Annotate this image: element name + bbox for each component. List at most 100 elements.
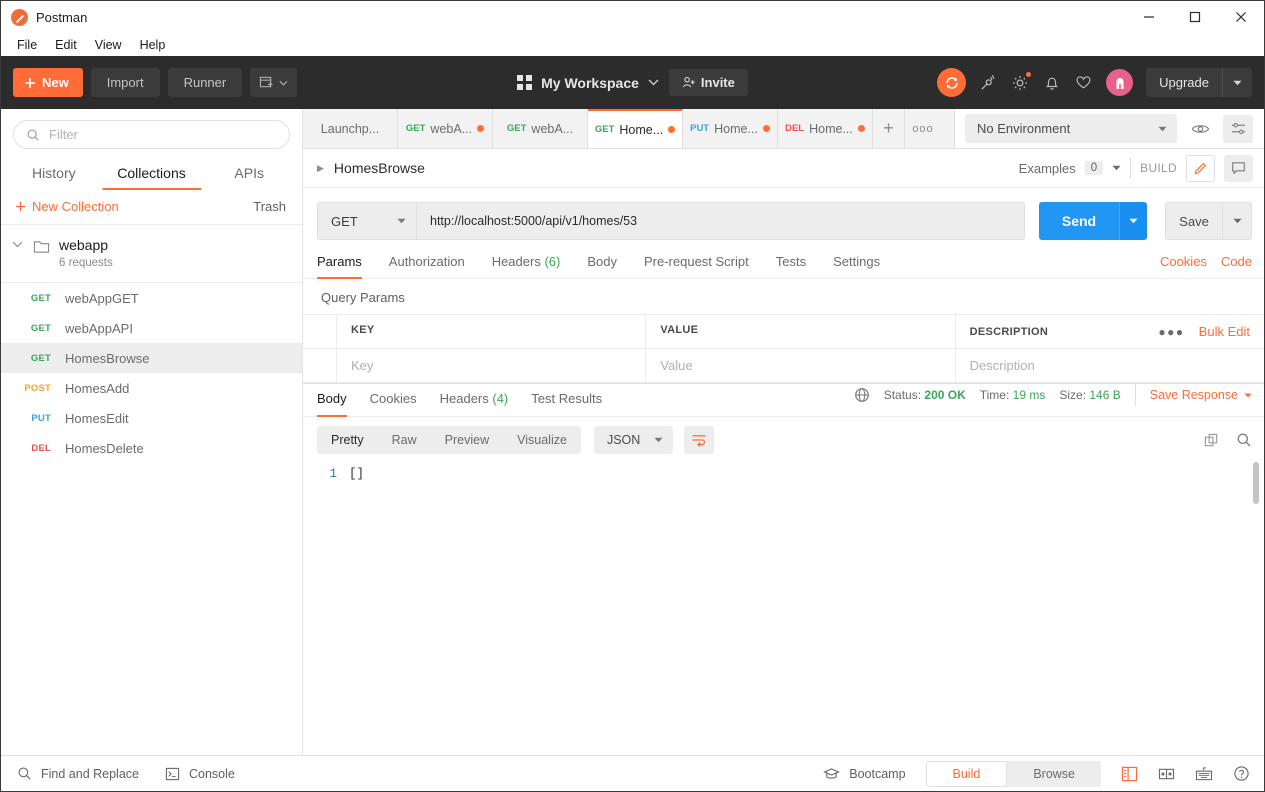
tab-launchpad[interactable]: Launchp...	[303, 109, 398, 148]
tab-pre-request-script[interactable]: Pre-request Script	[644, 249, 749, 278]
copy-button[interactable]	[1204, 433, 1219, 448]
comment-button[interactable]	[1224, 154, 1253, 182]
tab-homesedit[interactable]: PUT Home...	[683, 109, 778, 148]
menu-item-help[interactable]: Help	[132, 36, 174, 54]
list-item[interactable]: POST HomesAdd	[1, 373, 302, 403]
close-button[interactable]	[1218, 1, 1264, 33]
tab-homesdelete[interactable]: DEL Home...	[778, 109, 873, 148]
menu-item-file[interactable]: File	[9, 36, 45, 54]
sidebar-tab-apis[interactable]: APIs	[200, 159, 298, 190]
split-view-button[interactable]	[1158, 767, 1175, 781]
tab-options-button[interactable]: ooo	[905, 109, 941, 148]
list-item-homesbrowse[interactable]: GET HomesBrowse	[1, 343, 302, 373]
maximize-button[interactable]	[1172, 1, 1218, 33]
edit-request-button[interactable]	[1186, 154, 1215, 182]
save-button[interactable]: Save	[1165, 202, 1223, 240]
satellite-button[interactable]	[979, 73, 998, 92]
graduation-cap-icon	[823, 767, 841, 779]
avatar[interactable]	[1106, 69, 1134, 96]
list-item[interactable]: PUT HomesEdit	[1, 403, 302, 433]
tab-tests[interactable]: Tests	[776, 249, 806, 278]
chevron-right-icon[interactable]: ▶	[317, 163, 324, 174]
two-pane-view-button[interactable]	[1121, 766, 1138, 782]
cookies-link[interactable]: Cookies	[1160, 254, 1207, 269]
globe-icon[interactable]	[854, 387, 870, 403]
send-options-button[interactable]	[1119, 202, 1147, 240]
sidebar-tab-collections[interactable]: Collections	[103, 159, 201, 190]
tab-webapp-get[interactable]: GET webA...	[398, 109, 493, 148]
tab-webapp-api[interactable]: GET webA...	[493, 109, 588, 148]
list-item[interactable]: GET webAppAPI	[1, 313, 302, 343]
response-scrollbar[interactable]	[1253, 462, 1259, 504]
sidebar-tab-history[interactable]: History	[5, 159, 103, 190]
help-button[interactable]	[1233, 765, 1250, 782]
response-tab-test-results[interactable]: Test Results	[531, 384, 602, 416]
invite-button[interactable]: Invite	[668, 69, 748, 96]
new-window-button[interactable]	[250, 68, 298, 97]
tab-label: Home...	[809, 121, 853, 136]
response-tab-cookies[interactable]: Cookies	[370, 384, 417, 416]
tab-settings[interactable]: Settings	[833, 249, 880, 278]
tab-body[interactable]: Body	[587, 249, 617, 278]
response-tab-headers[interactable]: Headers (4)	[440, 384, 509, 416]
keyboard-shortcuts-button[interactable]	[1195, 766, 1213, 781]
key-input[interactable]: Key	[337, 349, 647, 382]
bulk-edit-link[interactable]: Bulk Edit	[1199, 324, 1250, 339]
bootcamp-button[interactable]: Bootcamp	[823, 767, 906, 781]
import-button[interactable]: Import	[90, 68, 160, 97]
list-item[interactable]: GET webAppGET	[1, 283, 302, 313]
favorites-button[interactable]	[1074, 73, 1093, 92]
save-response-button[interactable]: Save Response	[1150, 388, 1252, 402]
request-name: HomesAdd	[65, 380, 130, 396]
new-collection-button[interactable]: New Collection	[15, 199, 119, 214]
breadcrumb[interactable]: ▶ HomesBrowse	[317, 160, 425, 176]
view-mode-pretty[interactable]: Pretty	[317, 433, 378, 447]
search-input[interactable]: Filter	[13, 120, 290, 149]
mode-build[interactable]: Build	[925, 760, 1008, 787]
trash-button[interactable]: Trash	[253, 199, 286, 214]
wrap-lines-button[interactable]	[684, 426, 715, 454]
new-tab-button[interactable]: +	[873, 109, 905, 148]
response-body[interactable]: 1 []	[303, 454, 1264, 755]
minimize-button[interactable]	[1126, 1, 1172, 33]
send-button[interactable]: Send	[1039, 202, 1119, 240]
list-item[interactable]: DEL HomesDelete	[1, 433, 302, 463]
upgrade-button[interactable]: Upgrade	[1146, 68, 1252, 97]
url-input[interactable]: http://localhost:5000/api/v1/homes/53	[417, 202, 1025, 240]
tab-authorization[interactable]: Authorization	[389, 249, 465, 278]
workspace-selector[interactable]: My Workspace	[517, 75, 659, 91]
upgrade-caret-icon[interactable]	[1222, 68, 1252, 97]
mode-browse[interactable]: Browse	[1007, 761, 1101, 787]
view-mode-raw[interactable]: Raw	[378, 433, 431, 447]
console-button[interactable]: Console	[165, 767, 235, 781]
method-selector[interactable]: GET	[317, 202, 417, 240]
response-tab-body[interactable]: Body	[317, 384, 347, 417]
environment-manage-button[interactable]	[1223, 114, 1253, 143]
notifications-button[interactable]	[1043, 74, 1061, 92]
menu-item-view[interactable]: View	[87, 36, 130, 54]
environment-selector[interactable]: No Environment	[965, 114, 1177, 143]
tab-params[interactable]: Params	[317, 249, 362, 279]
menu-item-edit[interactable]: Edit	[47, 36, 85, 54]
find-and-replace-button[interactable]: Find and Replace	[17, 766, 139, 781]
save-options-button[interactable]	[1223, 202, 1252, 240]
new-button[interactable]: New	[13, 68, 83, 97]
table-options-icon[interactable]: ●●●	[1158, 325, 1184, 339]
tab-headers[interactable]: Headers (6)	[492, 249, 561, 278]
code-link[interactable]: Code	[1221, 254, 1252, 269]
tab-homesbrowse[interactable]: GET Home...	[588, 109, 683, 148]
description-input[interactable]: Description	[956, 349, 1264, 382]
sync-button[interactable]	[937, 68, 967, 97]
row-checkbox-cell[interactable]	[303, 349, 337, 382]
environment-quick-look-button[interactable]	[1185, 114, 1215, 143]
response-format-selector[interactable]: JSON	[593, 426, 674, 454]
search-response-button[interactable]	[1236, 432, 1252, 448]
runner-button[interactable]: Runner	[167, 68, 243, 97]
examples-caret-icon[interactable]	[1112, 165, 1121, 171]
view-mode-preview[interactable]: Preview	[431, 433, 503, 447]
chevron-down-icon[interactable]	[11, 237, 24, 248]
value-input[interactable]: Value	[646, 349, 956, 382]
collection-row-webapp[interactable]: webapp 6 requests	[1, 225, 302, 283]
settings-button[interactable]	[1011, 71, 1033, 92]
view-mode-visualize[interactable]: Visualize	[503, 433, 581, 447]
